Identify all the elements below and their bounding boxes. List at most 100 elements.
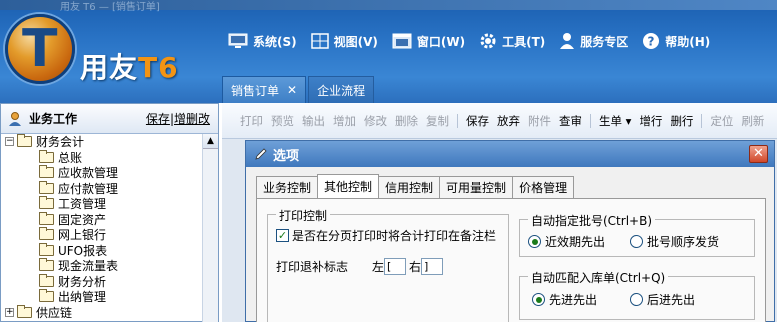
tab-other-control[interactable]: 其他控制 bbox=[317, 174, 380, 198]
tab-business-control[interactable]: 业务控制 bbox=[256, 176, 319, 198]
toolbar-divider bbox=[701, 113, 703, 128]
save-button[interactable]: 保存 bbox=[466, 113, 489, 129]
auto-batch-group: 自动指定批号(Ctrl+B) 近效期先出 批号顺序发货 bbox=[519, 212, 755, 257]
dialog-title: 选项 bbox=[273, 148, 300, 164]
add-row-button[interactable]: 增行 bbox=[639, 113, 662, 129]
left-mark-input[interactable]: [ bbox=[384, 258, 407, 275]
tree-root-supply-chain[interactable]: + 供应链 bbox=[1, 304, 218, 321]
tree-item[interactable]: UFO报表 bbox=[1, 242, 218, 259]
tree-item-label: 应收款管理 bbox=[58, 166, 119, 181]
toolbar-divider bbox=[457, 113, 458, 128]
save-link[interactable]: 保存 bbox=[146, 112, 170, 126]
print-button[interactable]: 打印 bbox=[240, 113, 263, 129]
tab-sales-order-label: 销售订单 bbox=[231, 83, 280, 98]
left-panel-links: 保存|增删改 bbox=[145, 112, 210, 126]
delete-button[interactable]: 删除 bbox=[395, 113, 418, 129]
print-total-row[interactable]: ✓ 是否在分页打印时将合计打印在备注栏 bbox=[276, 227, 496, 244]
preview-button[interactable]: 预览 bbox=[271, 113, 294, 129]
folder-icon bbox=[39, 149, 54, 163]
tree-scrollbar[interactable]: ▲ bbox=[202, 134, 218, 322]
batch-nearest-radio[interactable] bbox=[528, 235, 541, 248]
tree-item-label: 固定资产 bbox=[58, 212, 107, 227]
folder-icon bbox=[39, 227, 54, 241]
tab-enterprise-flow-label: 企业流程 bbox=[317, 83, 366, 98]
tree-item[interactable]: 现金流量表 bbox=[1, 258, 218, 274]
menu-tools[interactable]: 工具(T) bbox=[479, 32, 545, 50]
print-total-checkbox[interactable]: ✓ bbox=[276, 229, 289, 242]
dialog-title-bar[interactable]: 选项 bbox=[246, 141, 774, 167]
locate-button[interactable]: 定位 bbox=[710, 113, 733, 129]
folder-icon bbox=[17, 304, 32, 318]
right-mark-input[interactable]: ] bbox=[421, 258, 444, 275]
menu-service[interactable]: 服务专区 bbox=[559, 32, 628, 50]
tree-item[interactable]: 出纳管理 bbox=[1, 289, 218, 305]
menu-help-label: 帮助(H) bbox=[665, 34, 711, 49]
menu-view[interactable]: 视图(V) bbox=[310, 33, 378, 50]
tree-item[interactable]: 固定资产 bbox=[1, 211, 218, 228]
tree-item-label: UFO报表 bbox=[58, 243, 108, 258]
copy-button[interactable]: 复制 bbox=[426, 113, 449, 129]
grid-icon bbox=[310, 33, 329, 49]
menu-system[interactable]: 系统(S) bbox=[228, 33, 297, 50]
tree-item-label: 财务分析 bbox=[58, 274, 107, 289]
help-icon: ? bbox=[643, 33, 660, 49]
match-fifo-radio[interactable] bbox=[532, 293, 545, 306]
collapse-icon[interactable]: − bbox=[5, 137, 14, 147]
tree-item[interactable]: 总账 bbox=[1, 149, 218, 166]
document-tabs: 销售订单 ✕ 企业流程 bbox=[222, 76, 375, 103]
edit-link[interactable]: 增删改 bbox=[174, 112, 210, 126]
batch-sequence-radio[interactable] bbox=[630, 235, 643, 248]
audit-button[interactable]: 查审 bbox=[559, 113, 582, 129]
export-button[interactable]: 输出 bbox=[302, 113, 325, 129]
match-option-fifo[interactable]: 先进先出 bbox=[532, 291, 597, 308]
tab-credit-control[interactable]: 信用控制 bbox=[378, 176, 441, 198]
left-panel-title: 业务工作 bbox=[29, 112, 78, 126]
menu-help[interactable]: ? 帮助(H) bbox=[642, 32, 710, 50]
menu-service-label: 服务专区 bbox=[580, 34, 629, 49]
match-lifo-radio[interactable] bbox=[630, 293, 643, 306]
brand-text: 用友 bbox=[80, 51, 139, 84]
title-strip: 用友 T6 — [销售订单] bbox=[0, 0, 777, 13]
tree-item-label: 出纳管理 bbox=[58, 290, 107, 305]
folder-icon bbox=[39, 180, 54, 194]
tab-sales-order[interactable]: 销售订单 ✕ bbox=[222, 76, 307, 103]
print-total-label: 是否在分页打印时将合计打印在备注栏 bbox=[292, 229, 497, 243]
window-icon bbox=[392, 33, 412, 49]
batch-nearest-label: 近效期先出 bbox=[545, 235, 606, 249]
folder-icon bbox=[39, 196, 54, 210]
add-button[interactable]: 增加 bbox=[333, 113, 356, 129]
batch-option-sequence[interactable]: 批号顺序发货 bbox=[630, 233, 719, 250]
folder-icon bbox=[39, 165, 54, 179]
menu-window-label: 窗口(W) bbox=[416, 34, 466, 49]
batch-option-nearest[interactable]: 近效期先出 bbox=[528, 233, 605, 250]
discard-button[interactable]: 放弃 bbox=[497, 113, 520, 129]
brand-version: T6 bbox=[138, 51, 179, 84]
tab-price-management[interactable]: 价格管理 bbox=[512, 176, 575, 198]
tree-item[interactable]: 网上银行 bbox=[1, 227, 218, 243]
tab-enterprise-flow[interactable]: 企业流程 bbox=[308, 76, 375, 103]
modify-button[interactable]: 修改 bbox=[364, 113, 387, 129]
folder-icon bbox=[17, 134, 32, 148]
menu-window[interactable]: 窗口(W) bbox=[392, 33, 465, 50]
attachment-button[interactable]: 附件 bbox=[528, 113, 551, 129]
folder-icon bbox=[39, 258, 54, 272]
auto-match-group: 自动匹配入库单(Ctrl+Q) 先进先出 后进先出 bbox=[519, 269, 755, 320]
tree-item[interactable]: 财务分析 bbox=[1, 273, 218, 290]
expand-icon[interactable]: + bbox=[5, 307, 14, 317]
generate-button[interactable]: 生单 ▾ bbox=[599, 113, 631, 129]
window-title: 用友 T6 — [销售订单] bbox=[60, 2, 160, 13]
delete-row-button[interactable]: 删行 bbox=[670, 113, 693, 129]
left-panel-header: 业务工作 保存|增删改 bbox=[1, 104, 218, 134]
monitor-icon bbox=[228, 33, 248, 48]
scroll-up-icon[interactable]: ▲ bbox=[203, 134, 218, 149]
tree-item-label: 应付款管理 bbox=[58, 181, 119, 196]
dialog-close-button[interactable]: ✕ bbox=[749, 145, 768, 163]
tree-item[interactable]: 工资管理 bbox=[1, 196, 218, 212]
tree-root-finance[interactable]: − 财务会计 bbox=[1, 134, 218, 150]
close-icon[interactable]: ✕ bbox=[287, 83, 297, 97]
tree-item[interactable]: 应付款管理 bbox=[1, 180, 218, 197]
tree-item[interactable]: 应收款管理 bbox=[1, 165, 218, 181]
match-option-lifo[interactable]: 后进先出 bbox=[630, 291, 695, 308]
tab-availability-control[interactable]: 可用量控制 bbox=[439, 176, 514, 198]
refresh-button[interactable]: 刷新 bbox=[741, 113, 764, 129]
